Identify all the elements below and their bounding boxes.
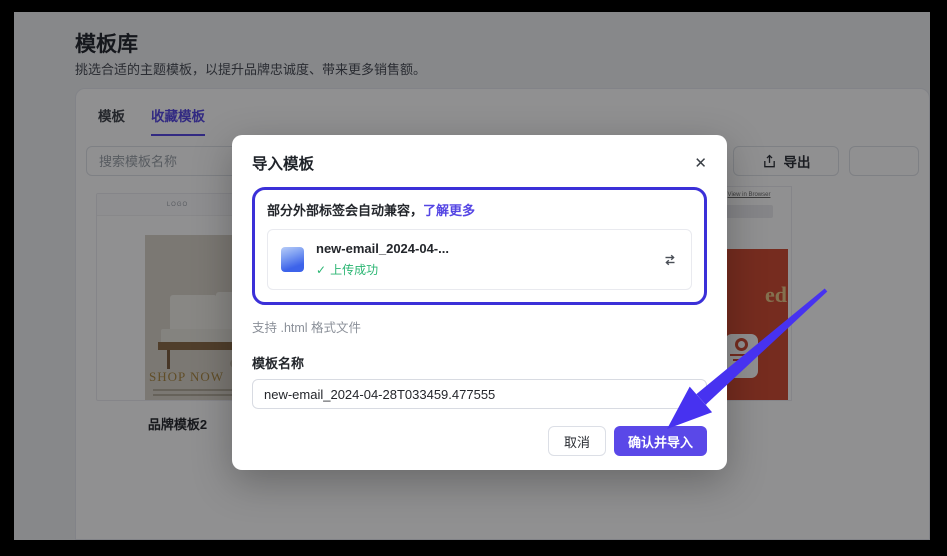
notice-text: 部分外部标签会自动兼容，: [267, 203, 423, 218]
uploaded-file-card: new-email_2024-04-... ✓ 上传成功: [267, 229, 692, 290]
dialog-title: 导入模板: [252, 152, 314, 174]
close-icon[interactable]: ✕: [694, 156, 707, 171]
template-name-input[interactable]: [252, 379, 707, 409]
check-icon: ✓: [316, 263, 326, 277]
cancel-button[interactable]: 取消: [548, 426, 606, 456]
learn-more-link[interactable]: 了解更多: [423, 203, 475, 218]
template-name-label: 模板名称: [252, 353, 707, 372]
upload-status: 上传成功: [330, 261, 378, 278]
swap-icon: [662, 252, 678, 268]
import-template-dialog: 导入模板 ✕ 部分外部标签会自动兼容，了解更多 new-email_2024-0…: [232, 135, 727, 470]
replace-file-button[interactable]: [662, 252, 678, 268]
confirm-import-button[interactable]: 确认并导入: [614, 426, 707, 456]
app-window: 模板库 挑选合适的主题模板，以提升品牌忠诚度、带来更多销售额。 模板 收藏模板: [14, 12, 930, 540]
upload-box: 部分外部标签会自动兼容，了解更多 new-email_2024-04-... ✓…: [252, 187, 707, 305]
file-name: new-email_2024-04-...: [316, 241, 449, 256]
html-file-icon: [281, 247, 304, 272]
format-hint: 支持 .html 格式文件: [252, 317, 707, 336]
